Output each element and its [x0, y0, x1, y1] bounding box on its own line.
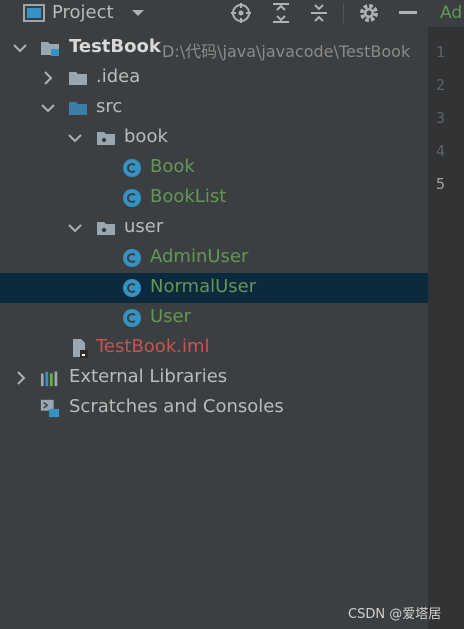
- package-icon: [96, 128, 116, 148]
- class-icon: [122, 278, 142, 298]
- project-path: D:\代码\java\javacode\TestBook: [162, 42, 411, 61]
- tree-item-label: book: [124, 126, 168, 147]
- iml-file-icon: [69, 338, 89, 358]
- chevron-down-icon[interactable]: [67, 213, 83, 243]
- scratches-icon: [40, 398, 60, 418]
- line-number-current: 5: [436, 175, 446, 193]
- line-number: 3: [436, 109, 446, 127]
- tree-item-label: .idea: [96, 66, 141, 87]
- project-toolbar: Project: [0, 0, 428, 27]
- tree-item-normaluser-class[interactable]: NormalUser: [0, 273, 428, 303]
- tree-item-label: user: [124, 216, 164, 237]
- tree-item-book-package[interactable]: book: [0, 123, 428, 153]
- line-number: 4: [436, 142, 446, 160]
- editor-tab[interactable]: Ad: [428, 0, 464, 28]
- class-icon: [122, 158, 142, 178]
- tree-item-label: TestBook.iml: [96, 336, 210, 357]
- class-icon: [122, 308, 142, 328]
- chevron-right-icon[interactable]: [40, 63, 56, 93]
- expand-all-icon[interactable]: [268, 0, 294, 26]
- line-number: 2: [436, 76, 446, 94]
- tree-item-src[interactable]: src: [0, 93, 428, 123]
- tree-item-user-class[interactable]: User: [0, 303, 428, 333]
- hide-icon[interactable]: [396, 0, 420, 26]
- library-icon: [40, 368, 60, 388]
- settings-icon[interactable]: [356, 0, 382, 26]
- tree-item-label: src: [96, 96, 123, 117]
- tree-item-label: TestBook: [69, 36, 161, 57]
- tree-item-label: User: [150, 306, 192, 327]
- tree-item-label: External Libraries: [69, 366, 228, 387]
- folder-icon: [68, 68, 88, 88]
- tree-item-user-package[interactable]: user: [0, 213, 428, 243]
- chevron-down-icon[interactable]: [67, 123, 83, 153]
- class-icon: [122, 248, 142, 268]
- dropdown-icon[interactable]: [128, 0, 148, 26]
- chevron-right-icon[interactable]: [13, 363, 29, 393]
- source-folder-icon: [68, 98, 88, 118]
- chevron-down-icon[interactable]: [40, 93, 56, 123]
- tree-item-external-libraries[interactable]: External Libraries: [0, 363, 428, 393]
- project-tool-window: Project TestBook D:\代码\java\javacode\Tes…: [0, 0, 428, 629]
- tree-item-booklist-class[interactable]: BookList: [0, 183, 428, 213]
- toolbar-separator: [343, 3, 344, 23]
- tree-item-book-class[interactable]: Book: [0, 153, 428, 183]
- tree-item-idea[interactable]: .idea: [0, 63, 428, 93]
- editor-gutter: Ad 1 2 3 4 5: [428, 0, 464, 629]
- tree-item-label: BookList: [150, 186, 227, 207]
- chevron-down-icon[interactable]: [12, 33, 28, 63]
- module-folder-icon: [40, 38, 60, 58]
- project-window-icon[interactable]: [22, 0, 46, 26]
- package-icon: [96, 218, 116, 238]
- watermark: CSDN @爱塔居: [348, 607, 442, 622]
- line-number: 1: [436, 43, 446, 61]
- tree-item-scratches[interactable]: Scratches and Consoles: [0, 393, 428, 423]
- tree-item-adminuser-class[interactable]: AdminUser: [0, 243, 428, 273]
- tree-item-testbook[interactable]: TestBook D:\代码\java\javacode\TestBook: [0, 33, 428, 63]
- tree-item-label: Scratches and Consoles: [69, 396, 284, 417]
- class-icon: [122, 188, 142, 208]
- tree-item-label: Book: [150, 156, 195, 177]
- tree-item-iml-file[interactable]: TestBook.iml: [0, 333, 428, 363]
- editor-tab-label: Ad: [440, 3, 463, 23]
- project-view-title[interactable]: Project: [52, 2, 114, 23]
- tree-item-label: NormalUser: [150, 276, 257, 297]
- tree-item-label: AdminUser: [150, 246, 249, 267]
- locate-icon[interactable]: [228, 0, 254, 26]
- collapse-all-icon[interactable]: [306, 0, 332, 26]
